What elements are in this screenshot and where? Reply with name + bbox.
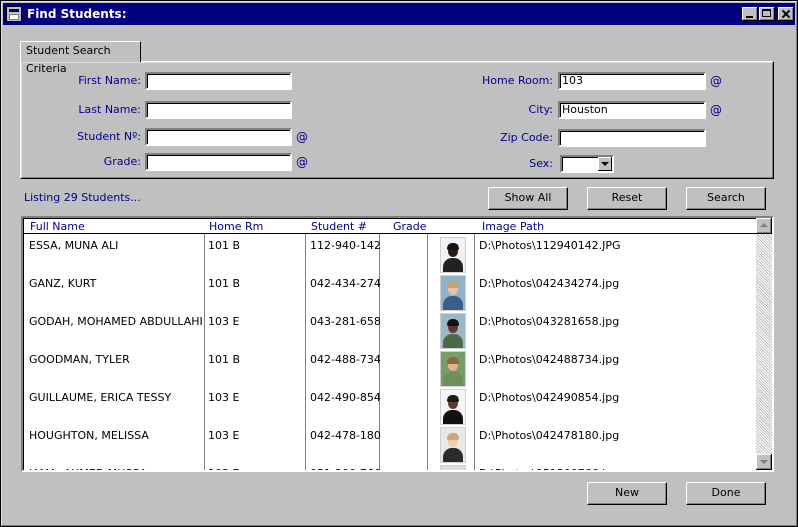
col-header-home-rm[interactable]: Home Rm xyxy=(209,220,263,233)
cell-full-name: JAMA, AHMED MUSSA xyxy=(29,467,147,470)
cell-home-rm: 103 E xyxy=(208,315,240,328)
scroll-up-button[interactable] xyxy=(756,218,772,234)
table-row[interactable]: GODAH, MOHAMED ABDULLAHI 103 E 043-281-658… xyxy=(23,313,758,351)
minimize-button[interactable] xyxy=(742,7,758,21)
photo-shoulders xyxy=(443,448,463,462)
cell-student-no: 051-300-766 xyxy=(310,467,381,470)
cell-student-no: 042-434-274 xyxy=(310,277,381,290)
header-divider xyxy=(24,233,756,234)
photo-hair xyxy=(447,357,459,364)
cell-student-no: 112-940-142 xyxy=(310,239,381,252)
student-photo xyxy=(440,465,466,472)
students-grid[interactable]: Full Name Home Rm Student # Grade Image … xyxy=(21,216,774,472)
col-header-student-no[interactable]: Student # xyxy=(311,220,367,233)
zip-code-label: Zip Code: xyxy=(500,131,553,144)
student-photo xyxy=(440,237,466,273)
cell-full-name: GUILLAUME, ERICA TESSY xyxy=(29,391,172,404)
cell-image-path: D:\Photos\042478180.jpg xyxy=(479,429,620,442)
col-header-full-name[interactable]: Full Name xyxy=(30,220,85,233)
cell-home-rm: 101 B xyxy=(208,353,241,366)
zip-code-input[interactable] xyxy=(558,129,706,147)
student-photo xyxy=(440,351,466,387)
cell-home-rm: 103 E xyxy=(208,391,240,404)
cell-student-no: 042-488-734 xyxy=(310,353,381,366)
app-icon[interactable] xyxy=(6,6,22,22)
city-lookup-icon[interactable]: @ xyxy=(710,103,722,117)
city-input[interactable]: Houston xyxy=(558,101,706,119)
done-button[interactable]: Done xyxy=(686,482,766,505)
cell-image-path: D:\Photos\051300766.jpg xyxy=(479,467,619,470)
listing-count: Listing 29 Students... xyxy=(24,191,141,204)
cell-home-rm: 101 B xyxy=(208,277,241,290)
student-photo xyxy=(440,313,466,349)
cell-image-path: D:\Photos\042490854.jpg xyxy=(479,391,620,404)
home-room-label: Home Room: xyxy=(481,74,553,87)
cell-home-rm: 103 E xyxy=(208,429,240,442)
cell-image-path: D:\Photos\043281658.jpg xyxy=(479,315,620,328)
col-header-grade[interactable]: Grade xyxy=(393,220,427,233)
home-room-input[interactable]: 103 xyxy=(558,72,706,90)
vertical-scrollbar[interactable] xyxy=(756,218,772,470)
cell-image-path: D:\Photos\112940142.JPG xyxy=(479,239,621,252)
cell-full-name: ESSA, MUNA ALI xyxy=(29,239,119,252)
cell-student-no: 043-281-658 xyxy=(310,315,381,328)
photo-shoulders xyxy=(443,410,463,424)
search-button[interactable]: Search xyxy=(686,187,766,210)
cell-full-name: GOODMAN, TYLER xyxy=(29,353,130,366)
photo-hair xyxy=(447,395,459,402)
cell-image-path: D:\Photos\042434274.jpg xyxy=(479,277,620,290)
table-row[interactable]: HOUGHTON, MELISSA 103 E 042-478-180 D:\Phot… xyxy=(23,427,758,465)
table-row[interactable]: GUILLAUME, ERICA TESSY 103 E 042-490-854 D:… xyxy=(23,389,758,427)
photo-hair xyxy=(447,471,459,472)
sex-select[interactable] xyxy=(560,155,614,173)
last-name-label: Last Name: xyxy=(78,103,141,116)
photo-hair xyxy=(447,243,459,250)
photo-shoulders xyxy=(443,296,463,310)
photo-shoulders xyxy=(443,372,463,386)
show-all-button[interactable]: Show All xyxy=(488,187,568,210)
table-row[interactable]: GOODMAN, TYLER 101 B 042-488-734 D:\Photos\… xyxy=(23,351,758,389)
photo-hair xyxy=(447,281,459,288)
last-name-input[interactable] xyxy=(145,101,292,119)
cell-home-rm: 101 B xyxy=(208,239,241,252)
find-students-window: Find Students: Student Search Criteria F… xyxy=(0,0,798,527)
chevron-down-icon[interactable] xyxy=(598,157,612,171)
table-row[interactable]: GANZ, KURT 101 B 042-434-274 D:\Photos\0424… xyxy=(23,275,758,313)
student-no-label: Student Nº: xyxy=(77,130,141,143)
new-button[interactable]: New xyxy=(587,482,667,505)
title-bar[interactable]: Find Students: xyxy=(3,3,795,25)
window-title: Find Students: xyxy=(27,7,127,21)
reset-button[interactable]: Reset xyxy=(587,187,667,210)
tab-student-search-criteria[interactable]: Student Search Criteria xyxy=(20,41,141,75)
cell-student-no: 042-490-854 xyxy=(310,391,381,404)
photo-hair xyxy=(447,433,459,440)
student-photo xyxy=(440,275,466,311)
col-header-image-path[interactable]: Image Path xyxy=(482,220,544,233)
cell-full-name: HOUGHTON, MELISSA xyxy=(29,429,149,442)
scroll-down-button[interactable] xyxy=(756,454,772,470)
student-photo xyxy=(440,389,466,425)
photo-hair xyxy=(447,319,459,326)
home-room-lookup-icon[interactable]: @ xyxy=(710,74,722,88)
grade-lookup-icon[interactable]: @ xyxy=(296,155,308,169)
maximize-button[interactable] xyxy=(759,7,775,21)
grade-label: Grade: xyxy=(103,155,141,168)
student-photo xyxy=(440,427,466,463)
cell-image-path: D:\Photos\042488734.jpg xyxy=(479,353,620,366)
table-row[interactable]: ESSA, MUNA ALI 101 B 112-940-142 D:\Photos\… xyxy=(23,237,758,275)
photo-shoulders xyxy=(443,334,463,348)
photo-shoulders xyxy=(443,258,463,272)
city-label: City: xyxy=(528,103,553,116)
student-no-lookup-icon[interactable]: @ xyxy=(296,130,308,144)
table-row[interactable]: JAMA, AHMED MUSSA 103 E 051-300-766 D:\Phot… xyxy=(23,465,758,472)
cell-student-no: 042-478-180 xyxy=(310,429,381,442)
first-name-input[interactable] xyxy=(145,72,292,90)
student-no-input[interactable] xyxy=(145,128,292,146)
cell-home-rm: 103 E xyxy=(208,467,239,470)
cell-full-name: GODAH, MOHAMED ABDULLAHI xyxy=(29,315,203,328)
cell-full-name: GANZ, KURT xyxy=(29,277,97,290)
grade-input[interactable] xyxy=(145,153,292,171)
close-button[interactable] xyxy=(778,7,794,21)
sex-label: Sex: xyxy=(529,157,553,170)
